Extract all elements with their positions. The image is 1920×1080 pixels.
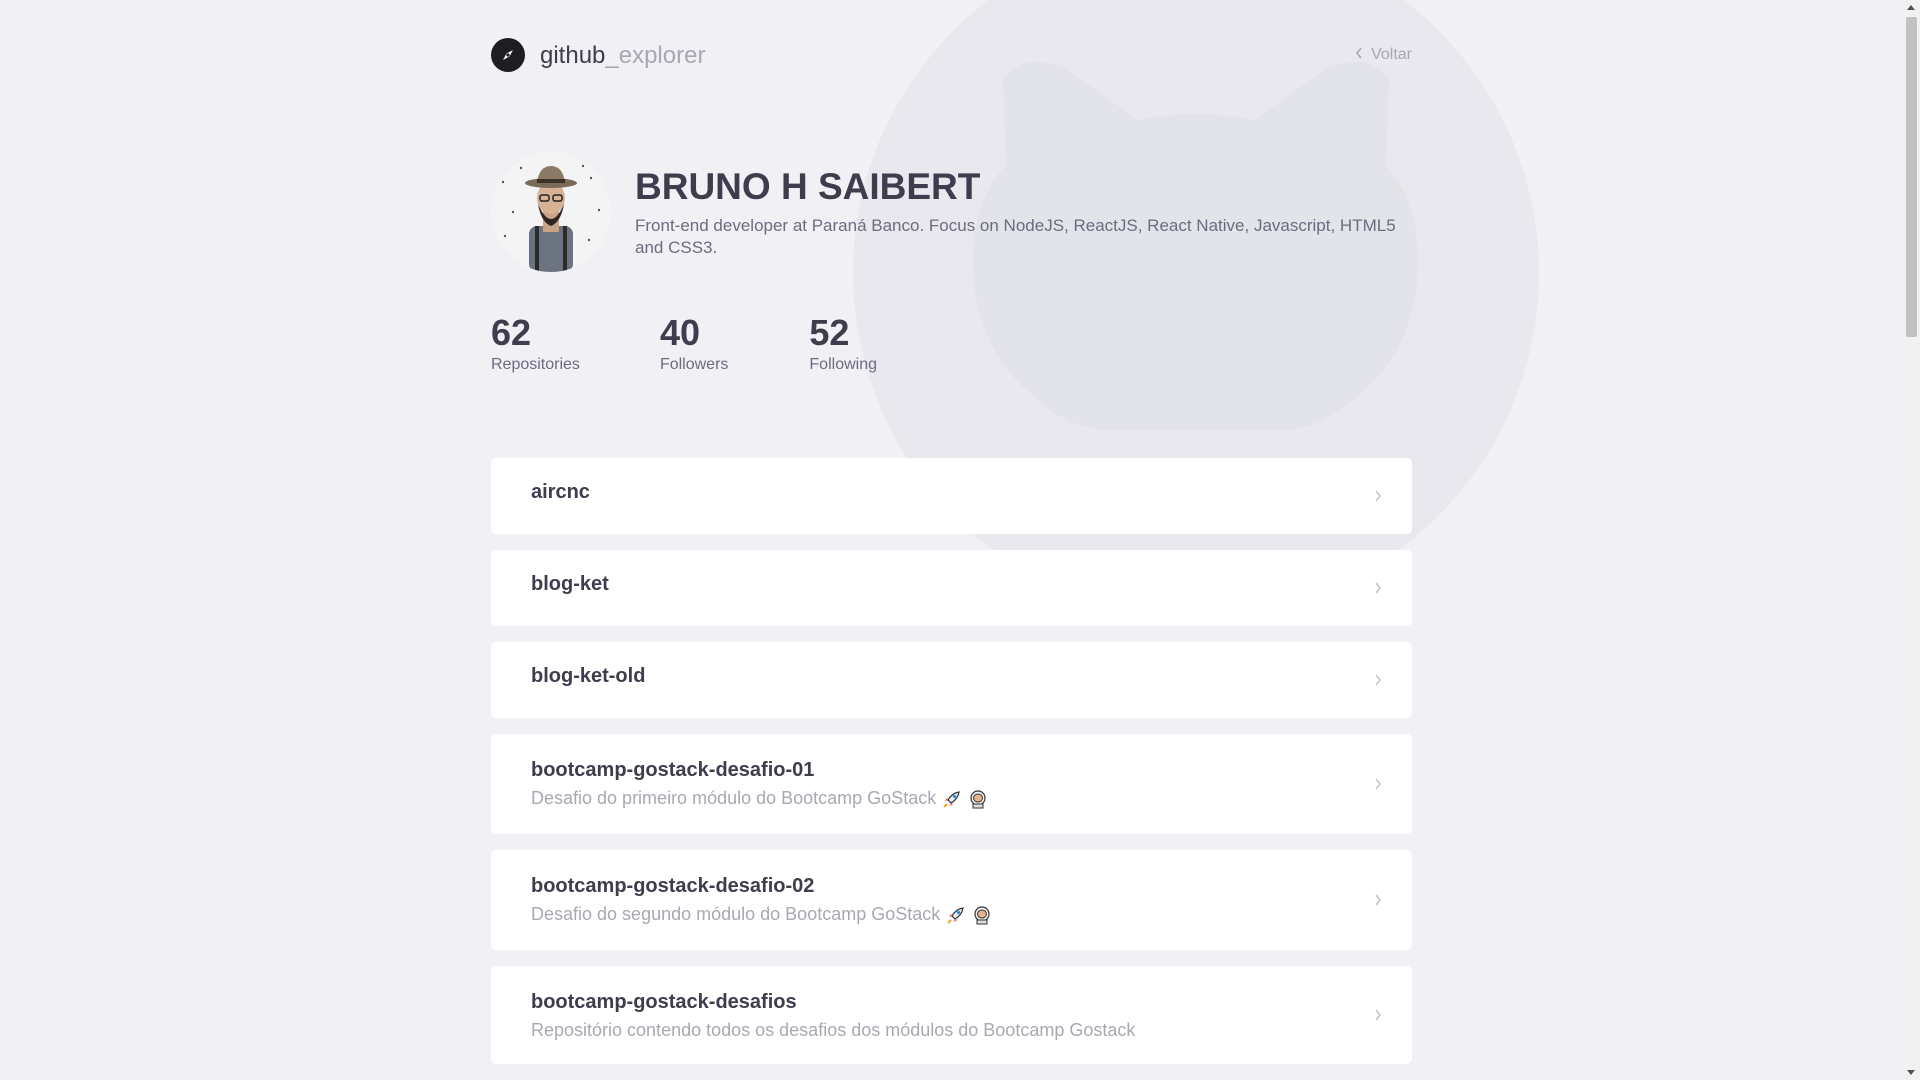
chevron-right-icon (1374, 893, 1382, 912)
scrollbar-thumb[interactable] (1906, 17, 1917, 337)
stat-label: Following (809, 356, 877, 373)
profile-name: BRUNO H SAIBERT (635, 166, 981, 207)
logo-light-text: _explorer (605, 42, 706, 69)
repo-description: Repositório contendo todos os desafios d… (531, 1020, 1136, 1040)
repo-card[interactable]: blog-ket-old (491, 642, 1412, 718)
rocket-icon (942, 789, 962, 809)
repository-list: aircnc blog-ket blog-ket-old bootcamp-go… (491, 458, 1412, 1080)
repo-description-row: Desafio do segundo módulo do Bootcamp Go… (531, 904, 1372, 925)
page: github_explorer Voltar BRUNO H SAIBERT F… (0, 0, 1903, 1080)
repo-name: bootcamp-gostack-desafio-02 (531, 875, 815, 897)
scroll-down-icon[interactable] (1907, 1070, 1915, 1075)
profile-stats: 62 Repositories 40 Followers 52 Followin… (491, 312, 957, 374)
repo-description-row: Desafio do primeiro módulo do Bootcamp G… (531, 788, 1372, 809)
repo-card[interactable]: bootcamp-gostack-desafios Repositório co… (491, 966, 1412, 1064)
stat-label: Followers (659, 356, 729, 373)
repo-description: Desafio do primeiro módulo do Bootcamp G… (531, 788, 937, 808)
stat-repositories: 62 Repositories (491, 312, 580, 374)
scroll-up-icon[interactable] (1907, 5, 1915, 10)
avatar (491, 152, 611, 272)
logo-strong-text: github (540, 42, 606, 69)
app-logo-text: github_explorer (540, 42, 705, 70)
chevron-left-icon (1355, 46, 1363, 64)
chevron-right-icon (1374, 673, 1382, 692)
stat-following: 52 Following (809, 312, 877, 374)
chevron-right-icon (1374, 1008, 1382, 1027)
app-header: github_explorer Voltar (491, 38, 1412, 74)
back-link[interactable]: Voltar (1355, 46, 1412, 64)
rocket-icon (946, 905, 966, 925)
profile-bio: Front-end developer at Paraná Banco. Foc… (635, 216, 1396, 257)
stat-followers: 40 Followers (660, 312, 728, 374)
stat-value: 40 (659, 312, 700, 353)
repo-description: Desafio do segundo módulo do Bootcamp Go… (531, 904, 941, 924)
repo-name: blog-ket (531, 573, 609, 595)
back-link-label: Voltar (1371, 46, 1412, 63)
repo-description-row: Repositório contendo todos os desafios d… (531, 1020, 1372, 1041)
compass-icon (491, 38, 525, 72)
chevron-right-icon (1374, 777, 1382, 796)
repo-name: bootcamp-gostack-desafios (531, 991, 797, 1013)
chevron-right-icon (1374, 489, 1382, 508)
stat-value: 52 (809, 312, 850, 353)
repo-card[interactable]: bootcamp-gostack-desafio-01 Desafio do p… (491, 734, 1412, 834)
astronaut-icon (972, 905, 992, 925)
repo-name: aircnc (531, 481, 590, 503)
chevron-right-icon (1374, 581, 1382, 600)
stat-value: 62 (491, 312, 532, 353)
repo-card[interactable]: aircnc (491, 458, 1412, 534)
vertical-scrollbar[interactable] (1903, 0, 1920, 1080)
repo-card[interactable]: blog-ket (491, 550, 1412, 626)
repo-card[interactable]: bootcamp-gostack-desafio-02 Desafio do s… (491, 850, 1412, 950)
stat-label: Repositories (491, 356, 580, 373)
repo-name: blog-ket-old (531, 665, 646, 687)
repo-name: bootcamp-gostack-desafio-01 (531, 759, 815, 781)
astronaut-icon (968, 789, 988, 809)
